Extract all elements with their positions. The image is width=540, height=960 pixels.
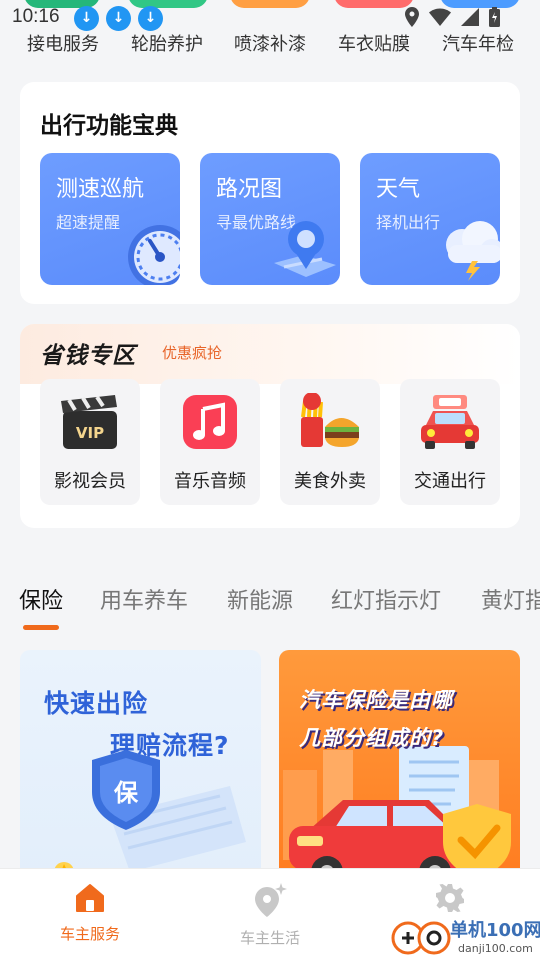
- section-title: 省钱专区: [40, 343, 136, 369]
- music-note-icon: [175, 393, 245, 453]
- gear-icon: [390, 883, 510, 913]
- save-item-food[interactable]: 美食外卖: [280, 379, 380, 505]
- save-item-label: 音乐音频: [174, 471, 246, 492]
- location-sparkle-icon: [210, 883, 330, 917]
- system-icons: [405, 7, 500, 27]
- tab-new-energy[interactable]: 新能源: [227, 583, 293, 615]
- func-name: 天气: [376, 177, 421, 202]
- article-title-line2: 几部分组成的?: [299, 726, 445, 750]
- watermark-url: danji100.com: [458, 942, 533, 955]
- speedometer-icon: [124, 219, 180, 285]
- func-name: 测速巡航: [56, 177, 145, 202]
- service-item-inspection[interactable]: 汽车年检: [442, 30, 514, 56]
- download-icon: ↓: [106, 6, 131, 31]
- save-item-transport[interactable]: 交通出行: [400, 379, 500, 505]
- travel-functions-card: 出行功能宝典 测速巡航 超速提醒 路况图 寻最优路线 天气 择机出行: [20, 82, 520, 304]
- save-money-card: 省钱专区 优惠疯抢 VIP 影视会员 音乐音频 美食外卖 交通出行: [20, 324, 520, 528]
- func-tile-weather[interactable]: 天气 择机出行: [360, 153, 500, 285]
- vip-badge: VIP: [76, 424, 104, 442]
- save-item-music[interactable]: 音乐音频: [160, 379, 260, 505]
- status-bar: 10:16 ↓ ↓ ↓: [0, 0, 540, 34]
- download-icon: ↓: [74, 6, 99, 31]
- tab-active-indicator: [23, 625, 59, 630]
- battery-icon: [489, 7, 500, 27]
- tab-yellow-indicator[interactable]: 黄灯指: [481, 583, 540, 615]
- save-item-label: 交通出行: [414, 471, 486, 492]
- location-icon: [405, 7, 419, 27]
- burger-fries-icon: [295, 392, 365, 453]
- article-card-claim-process[interactable]: 快速出险 理赔流程? 保: [20, 650, 261, 890]
- func-tile-speed-cruise[interactable]: 测速巡航 超速提醒: [40, 153, 180, 285]
- watermark: 单机100网 danji100.com: [390, 912, 540, 960]
- nav-owner-service[interactable]: 车主服务: [30, 883, 150, 944]
- section-subtitle: 优惠疯抢: [162, 344, 223, 362]
- clapperboard-vip-icon: VIP: [55, 393, 125, 453]
- func-name: 路况图: [216, 177, 283, 202]
- article-title-line1: 快速出险: [44, 689, 149, 718]
- service-item-tire[interactable]: 轮胎养护: [131, 30, 203, 56]
- article-title-line1: 汽车保险是由哪: [299, 688, 453, 712]
- tab-car-maintenance[interactable]: 用车养车: [100, 583, 188, 615]
- service-item-film[interactable]: 车衣贴膜: [338, 30, 410, 56]
- nav-label: 车主服务: [59, 925, 120, 943]
- status-time: 10:16: [12, 6, 60, 27]
- service-row: 接电服务 轮胎养护 喷漆补漆 车衣贴膜 汽车年检: [0, 30, 540, 56]
- signal-icon: [461, 8, 479, 26]
- download-notifications: ↓ ↓ ↓: [74, 6, 163, 31]
- section-title: 出行功能宝典: [40, 113, 178, 139]
- car-icon: [415, 393, 485, 453]
- category-tabs: 保险 用车养车 新能源 红灯指示灯 黄灯指: [0, 583, 540, 633]
- nav-label: 车主生活: [239, 929, 300, 947]
- service-item-paint[interactable]: 喷漆补漆: [234, 30, 306, 56]
- home-icon: [30, 883, 150, 913]
- save-item-label: 影视会员: [54, 471, 126, 492]
- weather-cloud-icon: [432, 215, 500, 285]
- article-card-insurance-parts[interactable]: 汽车保险是由哪 几部分组成的?: [279, 650, 520, 890]
- tab-red-indicator[interactable]: 红灯指示灯: [331, 583, 441, 615]
- save-item-label: 美食外卖: [294, 471, 366, 492]
- watermark-logo-icon: [391, 921, 451, 955]
- func-tile-traffic-map[interactable]: 路况图 寻最优路线: [200, 153, 340, 285]
- watermark-text: 单机100网: [450, 920, 540, 941]
- service-item-charging[interactable]: 接电服务: [27, 30, 99, 56]
- shield-badge-char: 保: [113, 779, 139, 807]
- download-icon: ↓: [138, 6, 163, 31]
- nav-owner-life[interactable]: 车主生活: [210, 883, 330, 948]
- func-sub: 择机出行: [376, 213, 441, 232]
- map-pin-icon: [270, 217, 340, 285]
- wifi-icon: [429, 8, 451, 26]
- func-sub: 超速提醒: [56, 213, 121, 232]
- tab-insurance[interactable]: 保险: [19, 583, 63, 615]
- save-item-video-vip[interactable]: VIP 影视会员: [40, 379, 140, 505]
